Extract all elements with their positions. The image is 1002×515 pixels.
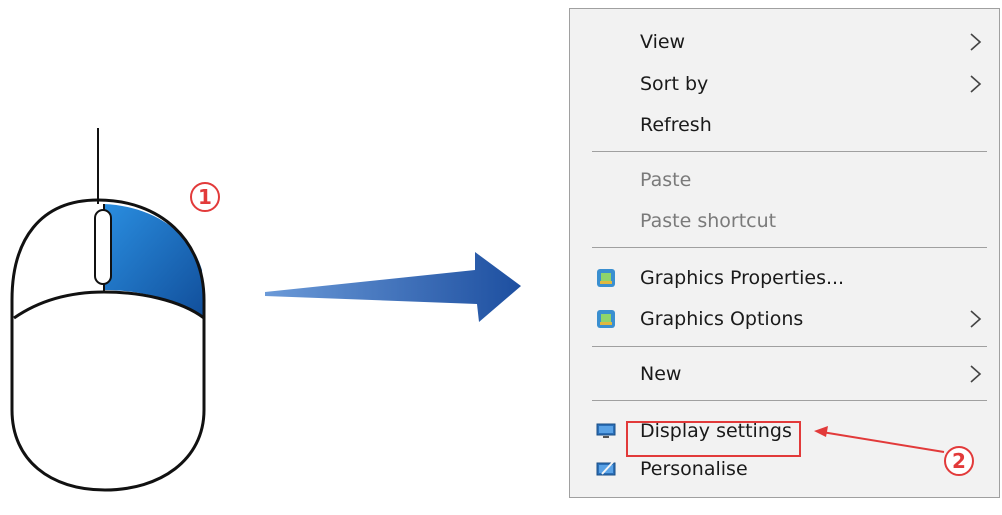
- graphics-icon: [597, 310, 615, 328]
- menu-item-label: Paste: [640, 169, 692, 191]
- menu-separator: [592, 151, 987, 152]
- scroll-wheel: [94, 209, 112, 285]
- chevron-right-icon: [970, 310, 982, 328]
- menu-item-label: Paste shortcut: [640, 210, 777, 232]
- personalise-icon: [596, 461, 616, 476]
- menu-item-graphics-options[interactable]: Graphics Options: [570, 300, 999, 338]
- menu-item-label: Personalise: [640, 458, 748, 480]
- menu-separator: [592, 346, 987, 347]
- chevron-right-icon: [970, 75, 982, 93]
- menu-separator: [592, 247, 987, 248]
- menu-item-refresh[interactable]: Refresh: [570, 106, 999, 144]
- monitor-icon: [596, 423, 616, 438]
- right-mouse-button: [104, 204, 204, 318]
- chevron-right-icon: [970, 33, 982, 51]
- menu-item-label: New: [640, 363, 682, 385]
- menu-item-label: Refresh: [640, 114, 712, 136]
- menu-item-sort-by[interactable]: Sort by: [570, 65, 999, 103]
- graphics-icon: [597, 269, 615, 287]
- menu-item-label: View: [640, 31, 686, 53]
- display-settings-highlight: [626, 421, 801, 457]
- menu-item-paste[interactable]: Paste: [570, 161, 999, 199]
- chevron-right-icon: [970, 365, 982, 383]
- menu-item-graphics-properties[interactable]: Graphics Properties...: [570, 259, 999, 297]
- menu-item-new[interactable]: New: [570, 355, 999, 393]
- menu-item-label: Graphics Options: [640, 308, 804, 330]
- menu-item-label: Sort by: [640, 73, 709, 95]
- step-2-badge: 2: [944, 446, 974, 476]
- right-arrow-icon: [265, 252, 521, 322]
- mouse-illustration: [10, 128, 206, 492]
- menu-item-label: Graphics Properties...: [640, 267, 845, 289]
- step-1-badge: 1: [190, 182, 220, 212]
- menu-separator: [592, 400, 987, 401]
- menu-item-view[interactable]: View: [570, 23, 999, 61]
- menu-item-paste-shortcut[interactable]: Paste shortcut: [570, 202, 999, 240]
